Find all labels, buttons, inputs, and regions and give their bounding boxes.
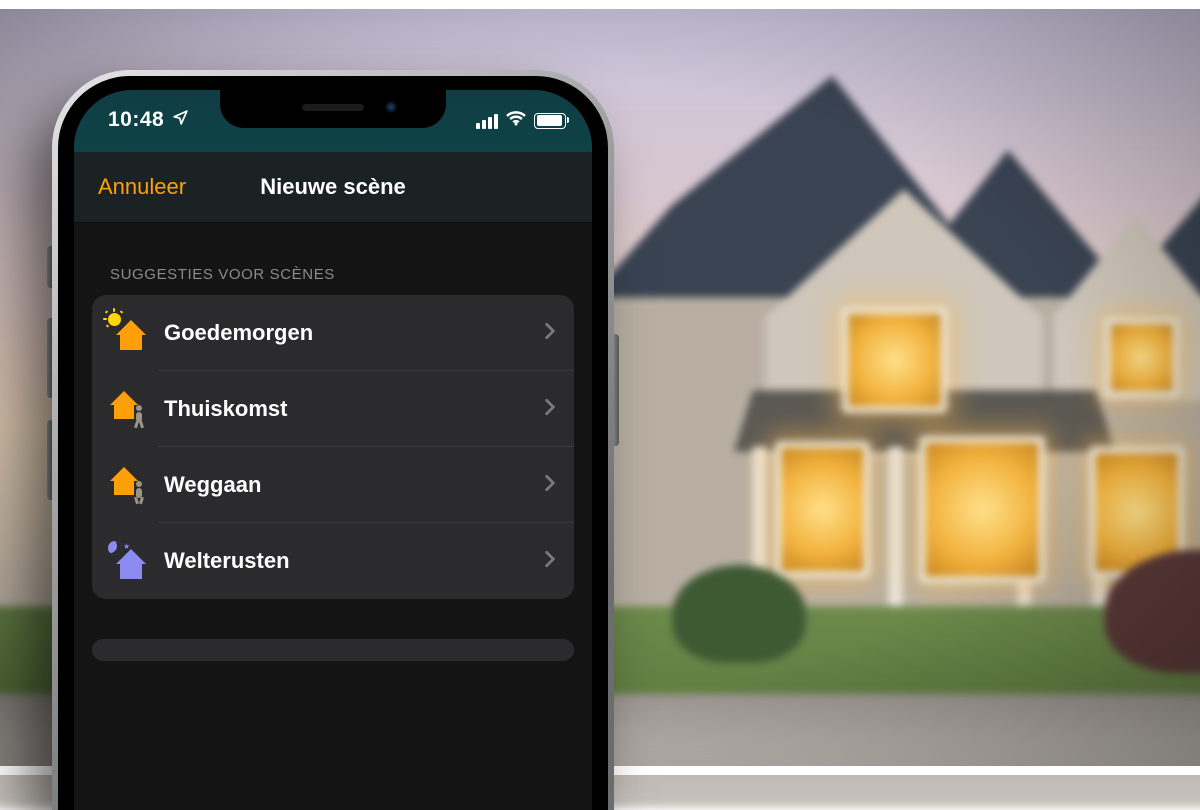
scene-suggestion-list: Goedemorgen Thuiskomst [92,295,574,599]
content-area: SUGGESTIES VOOR SCÈNES Goedemorgen [74,222,592,810]
house-leave-icon [106,463,150,507]
house-arrive-icon [106,387,150,431]
scene-label: Welterusten [164,548,544,574]
nav-bar: Annuleer Nieuwe scène [74,152,592,222]
location-icon [172,109,189,131]
screen: 10:48 Annuleer Nieuwe sc [74,90,592,810]
battery-icon [534,113,566,129]
scene-label: Thuiskomst [164,396,544,422]
section-header: SUGGESTIES VOOR SCÈNES [110,266,574,283]
next-card-peek [92,639,574,661]
scene-label: Goedemorgen [164,320,544,346]
chevron-right-icon [544,474,556,497]
status-time: 10:48 [108,108,164,132]
scene-row-thuiskomst[interactable]: Thuiskomst [92,371,574,447]
scene-row-welterusten[interactable]: ★ Welterusten [92,523,574,599]
top-border [0,0,1200,9]
cellular-icon [476,113,498,129]
chevron-right-icon [544,550,556,573]
notch [220,90,446,128]
scene-row-weggaan[interactable]: Weggaan [92,447,574,523]
sun-house-icon [106,311,150,355]
scene-row-goedemorgen[interactable]: Goedemorgen [92,295,574,371]
phone-mockup: 10:48 Annuleer Nieuwe sc [52,70,614,810]
chevron-right-icon [544,322,556,345]
scene-label: Weggaan [164,472,544,498]
cancel-button[interactable]: Annuleer [98,174,186,200]
chevron-right-icon [544,398,556,421]
wifi-icon [505,110,527,131]
moon-house-icon: ★ [106,539,150,583]
